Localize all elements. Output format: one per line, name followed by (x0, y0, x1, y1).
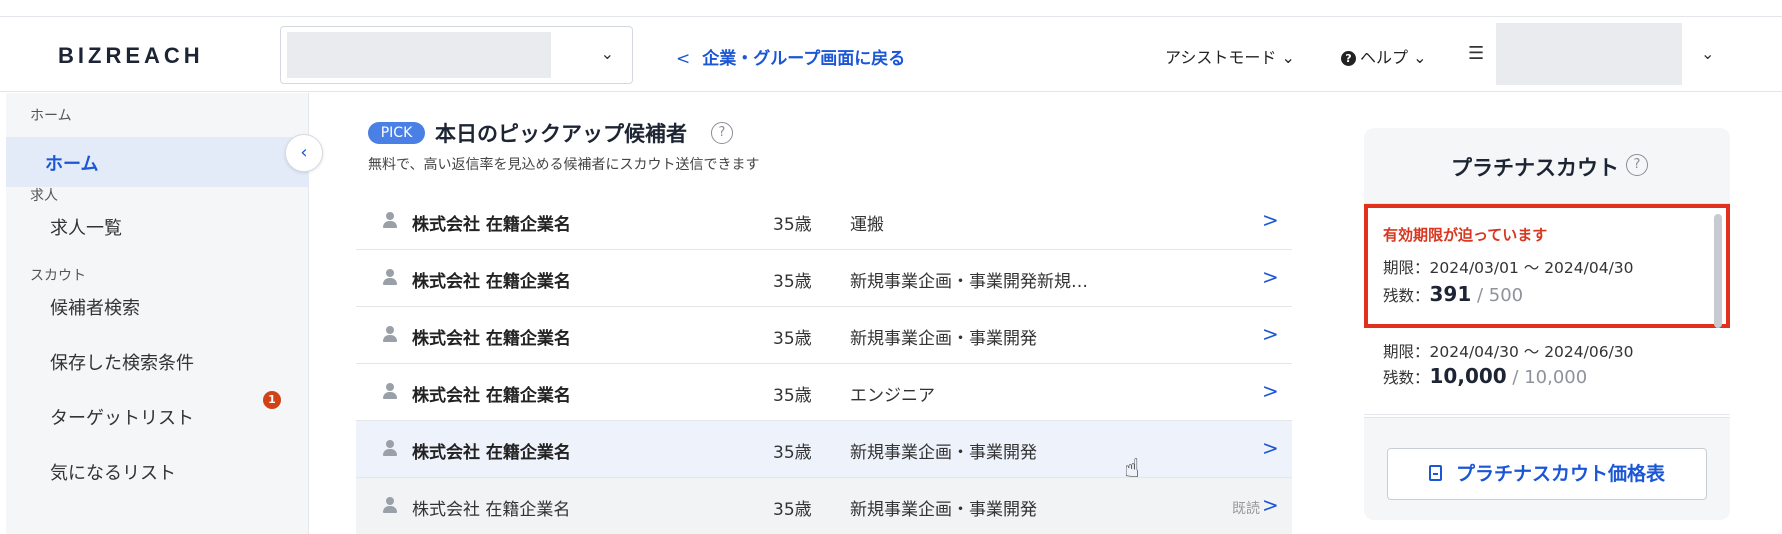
pickup-subtitle: 無料で、高い返信率を見込める候補者にスカウト送信できます (368, 157, 760, 173)
assist-mode-menu[interactable]: アシストモード ⌄ (1165, 44, 1295, 68)
bizreach-logo[interactable]: BIZREACH (58, 43, 204, 69)
saved-search-count-badge: 1 (263, 391, 281, 409)
ticket-period: 期限：2024/04/30 ～ 2024/06/30 (1383, 343, 1634, 361)
platinum-scout-panel: プラチナスカウト ? 有効期限が迫っています 期限：2024/03/01 ～ 2… (1364, 128, 1730, 520)
candidate-row[interactable]: 株式会社 在籍企業名 35歳 新規事業企画・事業開発新規… > (356, 250, 1292, 307)
remaining-label: 残数： (1383, 287, 1430, 305)
candidate-row[interactable]: 株式会社 在籍企業名 35歳 新規事業企画・事業開発 > (356, 307, 1292, 364)
help-menu[interactable]: ? ヘルプ ⌄ (1341, 44, 1427, 68)
sidebar-section-jobs: 求人 (30, 188, 58, 204)
candidate-job: 新規事業企画・事業開発 (850, 500, 1037, 520)
sidebar-item-favorites-list[interactable]: 気になるリスト (50, 459, 176, 485)
candidate-company: 株式会社 在籍企業名 (412, 329, 571, 349)
back-link-label: 企業・グループ画面に戻る (702, 49, 906, 69)
candidate-age: 35歳 (773, 329, 812, 349)
chevron-right-icon: > (1262, 493, 1279, 517)
person-icon (383, 326, 397, 342)
person-icon (383, 440, 397, 456)
candidate-company: 株式会社 在籍企業名 (412, 215, 571, 235)
candidate-company: 株式会社 在籍企業名 (412, 386, 571, 406)
ticket-remaining: 残数：391 / 500 (1383, 282, 1523, 306)
platinum-help-icon[interactable]: ? (1626, 154, 1648, 176)
person-icon (383, 383, 397, 399)
task-list-icon[interactable]: ☰ (1468, 43, 1484, 64)
user-account-box[interactable] (1496, 23, 1682, 85)
candidate-row[interactable]: 株式会社 在籍企業名 35歳 新規事業企画・事業開発 > (356, 421, 1292, 478)
person-icon (383, 269, 397, 285)
sidebar-section-scout: スカウト (30, 268, 86, 284)
ticket-remaining: 残数：10,000 / 10,000 (1383, 364, 1587, 388)
ticket-period: 期限：2024/03/01 ～ 2024/04/30 (1383, 259, 1634, 277)
candidate-row[interactable]: 株式会社 在籍企業名 35歳 運搬 > (356, 193, 1292, 250)
candidate-row[interactable]: 株式会社 在籍企業名 35歳 エンジニア > (356, 364, 1292, 421)
person-icon (383, 212, 397, 228)
remaining-total: / 500 (1471, 285, 1524, 306)
sidebar-item-home[interactable]: ホーム (45, 150, 98, 176)
sidebar-section-home: ホーム (30, 108, 72, 124)
candidate-age: 35歳 (773, 386, 812, 406)
price-button-label: プラチナスカウト価格表 (1455, 463, 1665, 485)
chevron-right-icon: > (1262, 208, 1279, 232)
sidebar-item-job-list[interactable]: 求人一覧 (50, 214, 122, 240)
remaining-count: 10,000 (1429, 364, 1507, 388)
remaining-label: 残数： (1383, 369, 1430, 387)
candidate-job: 新規事業企画・事業開発新規… (850, 272, 1088, 292)
company-select[interactable]: ⌄ (280, 26, 633, 84)
company-select-value (287, 32, 551, 78)
chevron-left-icon: < (676, 49, 691, 69)
chevron-right-icon: > (1262, 265, 1279, 289)
candidate-job: 新規事業企画・事業開発 (850, 443, 1037, 463)
remaining-count: 391 (1429, 282, 1472, 306)
chevron-right-icon: > (1262, 379, 1279, 403)
platinum-scout-title: プラチナスカウト (1451, 156, 1619, 180)
top-header: BIZREACH ⌄ < 企業・グループ画面に戻る アシストモード ⌄ ? ヘルプ … (0, 16, 1782, 92)
candidate-age: 35歳 (773, 500, 812, 520)
pick-badge: PICK (368, 122, 425, 144)
document-download-icon (1428, 465, 1442, 481)
person-icon (383, 497, 397, 513)
back-to-company-group-link[interactable]: < 企業・グループ画面に戻る (676, 44, 905, 69)
sidebar-item-target-list[interactable]: ターゲットリスト (50, 404, 194, 430)
chevron-right-icon: > (1262, 436, 1279, 460)
sidebar-item-candidate-search[interactable]: 候補者検索 (50, 294, 140, 320)
pickup-candidate-list: 株式会社 在籍企業名 35歳 運搬 > 株式会社 在籍企業名 35歳 新規事業企… (356, 193, 1292, 534)
ticket-list-scrollbar[interactable] (1714, 214, 1722, 328)
sidebar-collapse-button[interactable]: ‹ (285, 134, 323, 172)
candidate-company: 株式会社 在籍企業名 (412, 500, 571, 520)
candidate-job: 新規事業企画・事業開発 (850, 329, 1037, 349)
sidebar: ホーム ホーム 求人 求人一覧 スカウト 候補者検索 保存した検索条件 ターゲッ… (6, 93, 309, 534)
help-icon: ? (1341, 51, 1356, 66)
remaining-total: / 10,000 (1506, 367, 1588, 388)
ticket-divider (1364, 414, 1730, 415)
help-menu-label: ヘルプ ⌄ (1360, 48, 1427, 67)
candidate-company: 株式会社 在籍企業名 (412, 443, 571, 463)
expiry-warning: 有効期限が迫っています (1383, 226, 1548, 244)
candidate-age: 35歳 (773, 215, 812, 235)
platinum-price-list-button[interactable]: プラチナスカウト価格表 (1387, 448, 1707, 500)
user-menu-chevron-icon[interactable]: ⌄ (1701, 44, 1714, 63)
platinum-ticket-expiring: 有効期限が迫っています 期限：2024/03/01 ～ 2024/04/30 残… (1364, 204, 1730, 328)
sidebar-item-saved-search[interactable]: 保存した検索条件 (50, 349, 194, 375)
candidate-row[interactable]: 株式会社 在籍企業名 35歳 新規事業企画・事業開発 既読 > (356, 478, 1292, 534)
candidate-age: 35歳 (773, 272, 812, 292)
candidate-company: 株式会社 在籍企業名 (412, 272, 571, 292)
pickup-help-icon[interactable]: ? (711, 122, 733, 144)
chevron-down-icon: ⌄ (600, 44, 614, 63)
read-status-label: 既読 (1232, 501, 1260, 517)
candidate-job: エンジニア (850, 386, 935, 406)
platinum-ticket-list[interactable]: 有効期限が迫っています 期限：2024/03/01 ～ 2024/04/30 残… (1364, 203, 1730, 418)
pickup-title: 本日のピックアップ候補者 (435, 122, 687, 146)
chevron-right-icon: > (1262, 322, 1279, 346)
candidate-job: 運搬 (850, 215, 884, 235)
hand-cursor-icon: ☝ (1124, 454, 1140, 484)
candidate-age: 35歳 (773, 443, 812, 463)
